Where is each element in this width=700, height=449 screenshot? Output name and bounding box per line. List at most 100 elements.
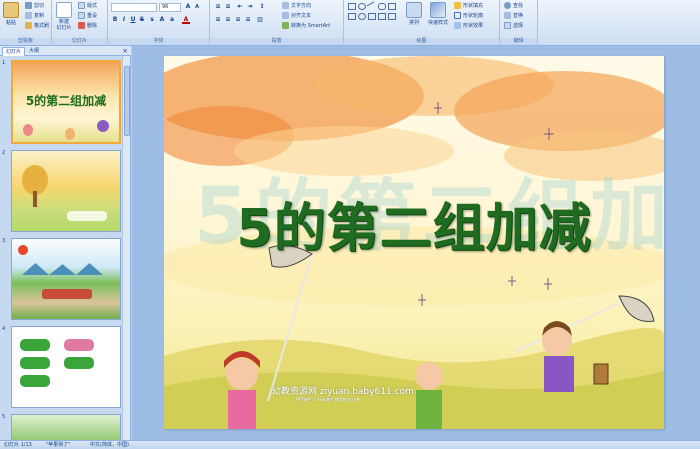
shadow-button[interactable]: s [148,16,156,24]
search-icon [504,2,511,9]
shrink-font-button[interactable]: A [193,3,201,11]
slide-thumbnail-4[interactable] [11,326,121,408]
font-name-field[interactable] [111,3,157,12]
replace-icon [504,12,511,19]
sun-icon [18,245,28,255]
shape-star[interactable] [378,13,386,20]
spacing-button[interactable]: A [158,16,166,24]
child-body [416,390,442,429]
justify-button[interactable]: ≡ [244,16,252,24]
align-right-button[interactable]: ≡ [234,16,242,24]
increase-indent-button[interactable]: ⇥ [246,3,254,11]
quick-styles-icon [430,2,446,18]
align-text-icon [282,12,289,19]
reset-button[interactable]: 重设 [78,12,97,19]
tab-outline[interactable]: 大纲 [26,47,42,56]
line-spacing-button[interactable]: ↕ [258,3,266,11]
underline-button[interactable]: U [129,16,137,24]
font-size-field[interactable]: 96 [159,3,181,12]
tab-slides[interactable]: 幻灯片 [2,47,26,56]
thumb-child-figure [65,128,75,140]
slides-label: 幻灯片 [52,38,107,45]
shape-rounded-rect[interactable] [378,3,386,10]
replace-button[interactable]: 替换 [504,12,523,19]
thumb-child-figure [23,124,33,136]
slide-thumbnail-3[interactable] [11,238,121,320]
slides-pane: 幻灯片 大纲 × 1 5的第二组加减 2 3 4 5 [0,46,131,444]
slide-title[interactable]: 5的第二组加减 [164,186,664,261]
shape-fill-button[interactable]: 形状填充 [454,2,483,9]
child-figure-girl [226,358,258,390]
shape-oval[interactable] [358,3,366,10]
close-icon[interactable]: × [122,47,128,55]
new-slide-button[interactable]: 新建 幻灯片 [56,2,72,31]
delete-button[interactable]: 删除 [78,22,97,29]
shape-more[interactable] [388,13,396,20]
shape-effects-button[interactable]: 形状效果 [454,22,483,29]
font-group: 96 A A B I U S s A a A 字体 [108,0,210,46]
cut-button[interactable]: 剪切 [25,2,44,9]
font-color-button[interactable]: A [182,16,190,24]
clipboard-group: 粘贴 剪切 复制 格式刷 剪贴板 [0,0,52,46]
editing-label: 编辑 [500,38,537,45]
ribbon: 粘贴 剪切 复制 格式刷 剪贴板 新建 幻灯片 版式 重设 删除 幻灯片 96 … [0,0,700,46]
select-button[interactable]: 选择 [504,22,523,29]
columns-button[interactable]: ▥ [256,16,264,24]
theme-name: "苹果熟了" [46,442,71,448]
numbering-button[interactable]: ≡ [224,3,232,11]
paste-icon [3,2,19,18]
align-left-button[interactable]: ≡ [214,16,222,24]
thumb-number: 2 [2,150,6,156]
editing-group: 查找 替换 选择 编辑 [500,0,538,46]
slide-thumbnail-1[interactable]: 5的第二组加减 [11,60,121,144]
slide-canvas[interactable]: 5的第二组加减 5的第二组加减 幼教资源网 ziyuan.baby611.com… [164,56,664,429]
scroll-thumb[interactable] [124,66,130,136]
format-painter-button[interactable]: 格式刷 [25,22,49,29]
align-center-button[interactable]: ≡ [224,16,232,24]
bullets-button[interactable]: ≡ [214,3,222,11]
bold-button[interactable]: B [111,16,119,24]
grow-font-button[interactable]: A [184,3,192,11]
slide-counter: 幻灯片 1/13 [4,442,32,448]
decrease-indent-button[interactable]: ⇤ [236,3,244,11]
paste-button[interactable]: 粘贴 [3,2,19,26]
bug-jar [593,363,609,385]
slide-thumbnail-2[interactable] [11,150,121,232]
text-direction-button[interactable]: 文字方向 [282,2,311,9]
reset-icon [78,12,85,19]
find-button[interactable]: 查找 [504,2,523,9]
thumb-number: 5 [2,414,6,420]
drawing-group: 排列 快速样式 形状填充 形状轮廓 形状效果 绘图 [344,0,500,46]
layout-button[interactable]: 版式 [78,2,97,9]
shape-rect[interactable] [348,3,356,10]
italic-button[interactable]: I [120,16,128,24]
pane-scrollbar[interactable] [122,56,130,440]
fill-icon [454,2,461,9]
strikethrough-button[interactable]: S [138,16,146,24]
copy-icon [25,12,32,19]
new-slide-icon [56,2,72,18]
shape-circle[interactable] [358,13,366,20]
shape-line[interactable] [366,1,378,12]
child-body [228,390,256,429]
font-label: 字体 [108,38,209,45]
thumb-tree-trunk [33,191,37,207]
align-text-button[interactable]: 对齐文本 [282,12,311,19]
quick-styles-button[interactable]: 快速样式 [428,2,448,26]
shape-outline-button[interactable]: 形状轮廓 [454,12,483,19]
green-car-icon [20,357,50,369]
shape-brace[interactable] [368,13,376,20]
watermark-text: 幼教资源网 ziyuan.baby611.com [272,387,414,397]
layout-icon [78,2,85,9]
pane-tabs: 幻灯片 大纲 × [0,46,131,56]
thumb-children [42,289,92,299]
change-case-button[interactable]: a [168,16,176,24]
arrange-button[interactable]: 排列 [406,2,422,26]
green-car-icon [64,357,94,369]
thumb-number: 3 [2,238,6,244]
shape-triangle[interactable] [348,13,356,20]
smartart-button[interactable]: 转换为 SmartArt [282,22,330,29]
slide-workspace: 5的第二组加减 5的第二组加减 幼教资源网 ziyuan.baby611.com… [132,46,700,440]
shape-arrow[interactable] [388,3,396,10]
copy-button[interactable]: 复制 [25,12,44,19]
